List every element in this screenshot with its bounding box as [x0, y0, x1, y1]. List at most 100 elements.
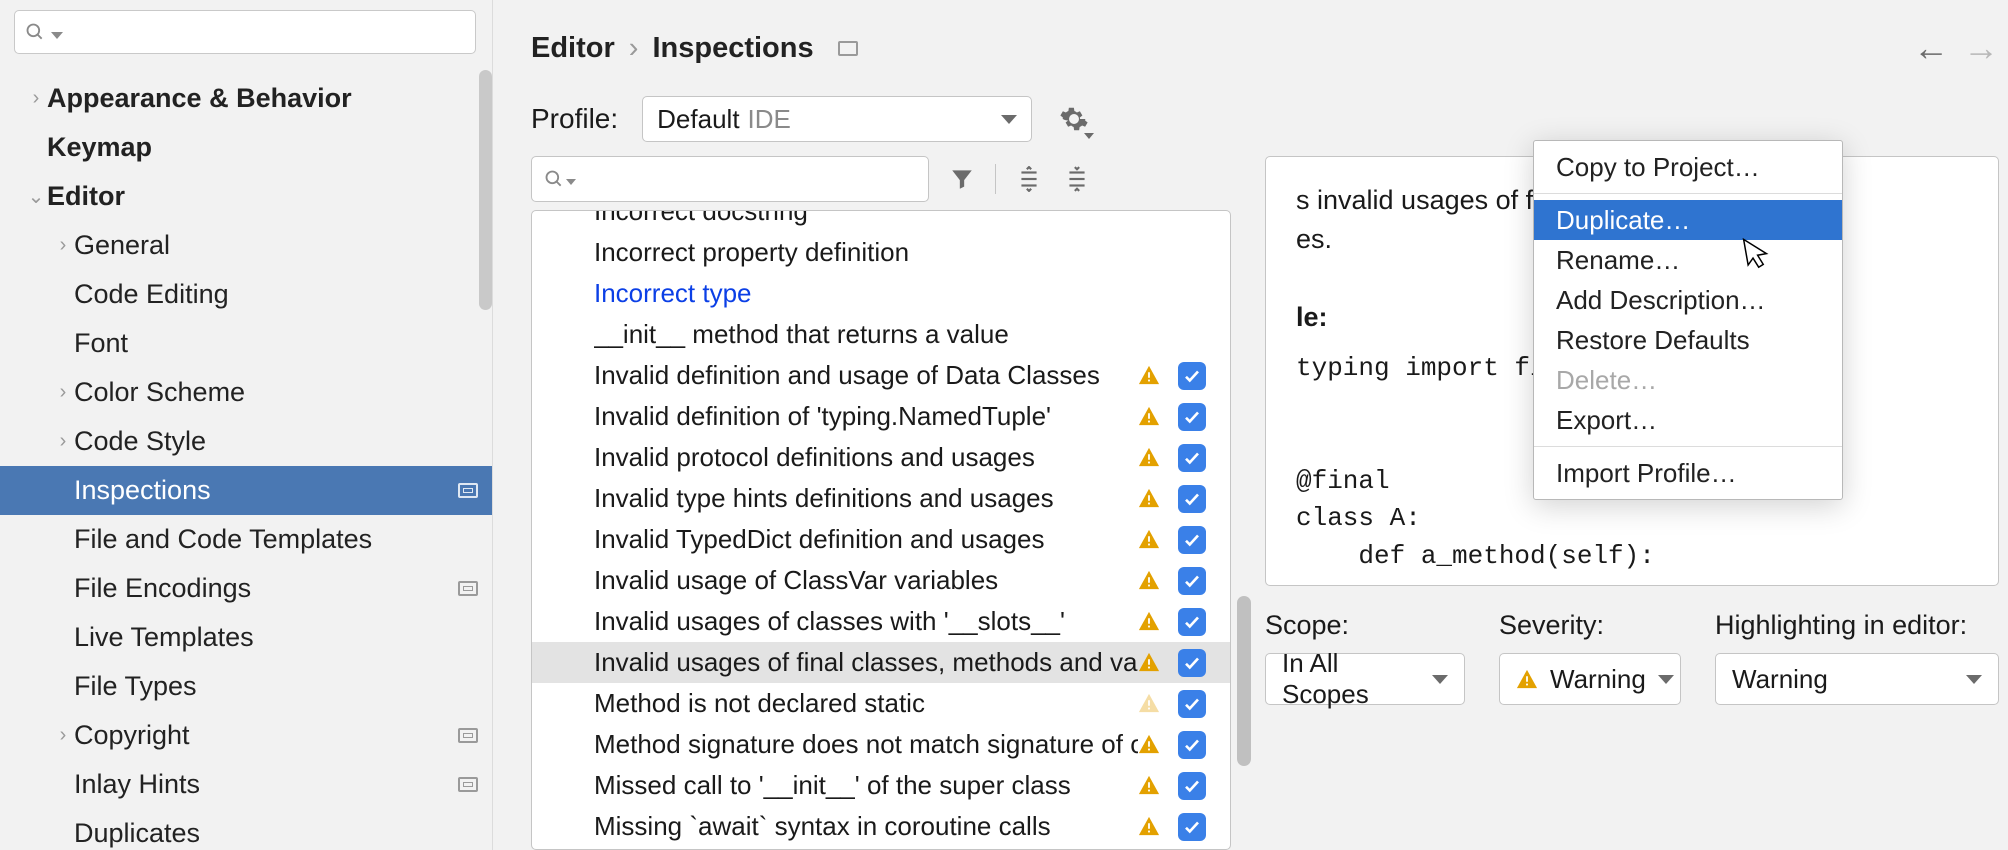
- inspection-row[interactable]: Incorrect type: [532, 273, 1230, 314]
- inspection-checkbox[interactable]: [1178, 444, 1206, 472]
- sidebar-item-code-editing[interactable]: Code Editing: [0, 270, 492, 319]
- warning-icon: [1138, 405, 1162, 429]
- scrollbar[interactable]: [1237, 596, 1251, 766]
- sidebar-item-live-templates[interactable]: Live Templates: [0, 613, 492, 662]
- sidebar-item-color-scheme[interactable]: ›Color Scheme: [0, 368, 492, 417]
- settings-sidebar: ›Appearance & BehaviorKeymap⌄Editor›Gene…: [0, 0, 493, 850]
- sidebar-item-label: Color Scheme: [74, 377, 245, 408]
- description-heading: le:: [1296, 302, 1328, 332]
- filter-button[interactable]: [947, 164, 977, 194]
- scope-select[interactable]: In All Scopes: [1265, 653, 1465, 705]
- search-icon: [544, 169, 564, 189]
- sidebar-item-inspections[interactable]: Inspections: [0, 466, 492, 515]
- sidebar-item-label: Editor: [47, 181, 125, 212]
- warning-icon: [1138, 528, 1162, 552]
- inspection-checkbox[interactable]: [1178, 567, 1206, 595]
- nav-forward-button[interactable]: →: [1963, 30, 1999, 66]
- sidebar-item-code-style[interactable]: ›Code Style: [0, 417, 492, 466]
- sidebar-item-label: Font: [74, 328, 128, 359]
- inspection-row[interactable]: Invalid type hints definitions and usage…: [532, 478, 1230, 519]
- inspection-search-input[interactable]: [531, 156, 929, 202]
- menu-item-add-description[interactable]: Add Description…: [1534, 280, 1842, 320]
- search-icon: [25, 22, 45, 42]
- inspection-row[interactable]: Incorrect property definition: [532, 232, 1230, 273]
- profile-actions-menu: Copy to Project… Duplicate…Rename…Add Des…: [1533, 140, 1843, 500]
- sidebar-search-input[interactable]: [14, 10, 476, 54]
- sidebar-item-file-encodings[interactable]: File Encodings: [0, 564, 492, 613]
- collapse-icon: [1064, 166, 1090, 192]
- highlight-select[interactable]: Warning: [1715, 653, 1999, 705]
- profile-gear-button[interactable]: [1056, 101, 1092, 137]
- scope-value: In All Scopes: [1282, 648, 1420, 710]
- breadcrumb: Editor › Inspections ← →: [493, 0, 2008, 76]
- inspection-checkbox[interactable]: [1178, 813, 1206, 841]
- menu-item-rename[interactable]: Rename…: [1534, 240, 1842, 280]
- profile-suffix: IDE: [748, 104, 791, 135]
- sidebar-item-general[interactable]: ›General: [0, 221, 492, 270]
- expand-all-button[interactable]: [1014, 164, 1044, 194]
- sidebar-item-duplicates[interactable]: Duplicates: [0, 809, 492, 850]
- severity-select[interactable]: Warning: [1499, 653, 1681, 705]
- chevron-right-icon: ›: [25, 87, 47, 110]
- scrollbar[interactable]: [479, 70, 492, 310]
- inspection-checkbox[interactable]: [1178, 731, 1206, 759]
- inspection-row[interactable]: Invalid usages of classes with '__slots_…: [532, 601, 1230, 642]
- inspection-row[interactable]: Method signature does not match signatur…: [532, 724, 1230, 765]
- sidebar-item-file-and-code-templates[interactable]: File and Code Templates: [0, 515, 492, 564]
- sidebar-item-label: Code Editing: [74, 279, 229, 310]
- inspection-row[interactable]: Missed call to '__init__' of the super c…: [532, 765, 1230, 806]
- sidebar-item-inlay-hints[interactable]: Inlay Hints: [0, 760, 492, 809]
- inspection-checkbox[interactable]: [1178, 772, 1206, 800]
- inspection-row[interactable]: Invalid TypedDict definition and usages: [532, 519, 1230, 560]
- warning-icon: [1138, 446, 1162, 470]
- project-badge-icon: [838, 41, 858, 56]
- warning-icon: [1138, 610, 1162, 634]
- sidebar-item-appearance-behavior[interactable]: ›Appearance & Behavior: [0, 74, 492, 123]
- inspection-row[interactable]: Invalid definition and usage of Data Cla…: [532, 355, 1230, 396]
- sidebar-item-copyright[interactable]: ›Copyright: [0, 711, 492, 760]
- inspection-checkbox[interactable]: [1178, 649, 1206, 677]
- inspection-checkbox[interactable]: [1178, 362, 1206, 390]
- inspection-row[interactable]: Incorrect docstring: [532, 210, 1230, 232]
- collapse-all-button[interactable]: [1062, 164, 1092, 194]
- sidebar-item-editor[interactable]: ⌄Editor: [0, 172, 492, 221]
- inspection-checkbox[interactable]: [1178, 403, 1206, 431]
- inspection-row[interactable]: Invalid protocol definitions and usages: [532, 437, 1230, 478]
- chevron-down-icon: ⌄: [25, 184, 47, 209]
- warning-icon: [1138, 692, 1162, 716]
- inspection-row[interactable]: Invalid usages of final classes, methods…: [532, 642, 1230, 683]
- warning-icon: [1138, 733, 1162, 757]
- sidebar-item-label: Live Templates: [74, 622, 254, 653]
- inspection-label: Invalid protocol definitions and usages: [594, 442, 1035, 473]
- breadcrumb-parent[interactable]: Editor: [531, 32, 615, 65]
- chevron-down-icon: [1658, 675, 1674, 684]
- menu-item-duplicate[interactable]: Duplicate…: [1534, 200, 1842, 240]
- inspection-row[interactable]: __init__ method that returns a value: [532, 314, 1230, 355]
- inspection-label: Invalid definition of 'typing.NamedTuple…: [594, 401, 1051, 432]
- inspection-row[interactable]: Invalid definition of 'typing.NamedTuple…: [532, 396, 1230, 437]
- sidebar-item-keymap[interactable]: Keymap: [0, 123, 492, 172]
- sidebar-item-file-types[interactable]: File Types: [0, 662, 492, 711]
- sidebar-item-label: File Encodings: [74, 573, 251, 604]
- warning-icon: [1138, 364, 1162, 388]
- sidebar-item-font[interactable]: Font: [0, 319, 492, 368]
- inspection-list[interactable]: Incorrect docstringIncorrect property de…: [531, 210, 1231, 850]
- menu-item-export[interactable]: Export…: [1534, 400, 1842, 440]
- menu-item-restore-defaults[interactable]: Restore Defaults: [1534, 320, 1842, 360]
- profile-select[interactable]: Default IDE: [642, 96, 1032, 142]
- inspection-checkbox[interactable]: [1178, 485, 1206, 513]
- nav-back-button[interactable]: ←: [1913, 30, 1949, 66]
- inspection-label: Method is not declared static: [594, 688, 925, 719]
- inspection-row[interactable]: Invalid usage of ClassVar variables: [532, 560, 1230, 601]
- menu-item-copy-to-project[interactable]: Copy to Project…: [1534, 147, 1842, 187]
- inspection-checkbox[interactable]: [1178, 690, 1206, 718]
- project-badge-icon: [458, 728, 478, 743]
- profile-value: Default: [657, 104, 739, 135]
- inspection-checkbox[interactable]: [1178, 526, 1206, 554]
- inspection-label: Missing `await` syntax in coroutine call…: [594, 811, 1051, 842]
- inspection-checkbox[interactable]: [1178, 608, 1206, 636]
- inspection-row[interactable]: Missing `await` syntax in coroutine call…: [532, 806, 1230, 847]
- sidebar-item-label: Code Style: [74, 426, 206, 457]
- inspection-row[interactable]: Method is not declared static: [532, 683, 1230, 724]
- menu-item-import-profile[interactable]: Import Profile…: [1534, 453, 1842, 493]
